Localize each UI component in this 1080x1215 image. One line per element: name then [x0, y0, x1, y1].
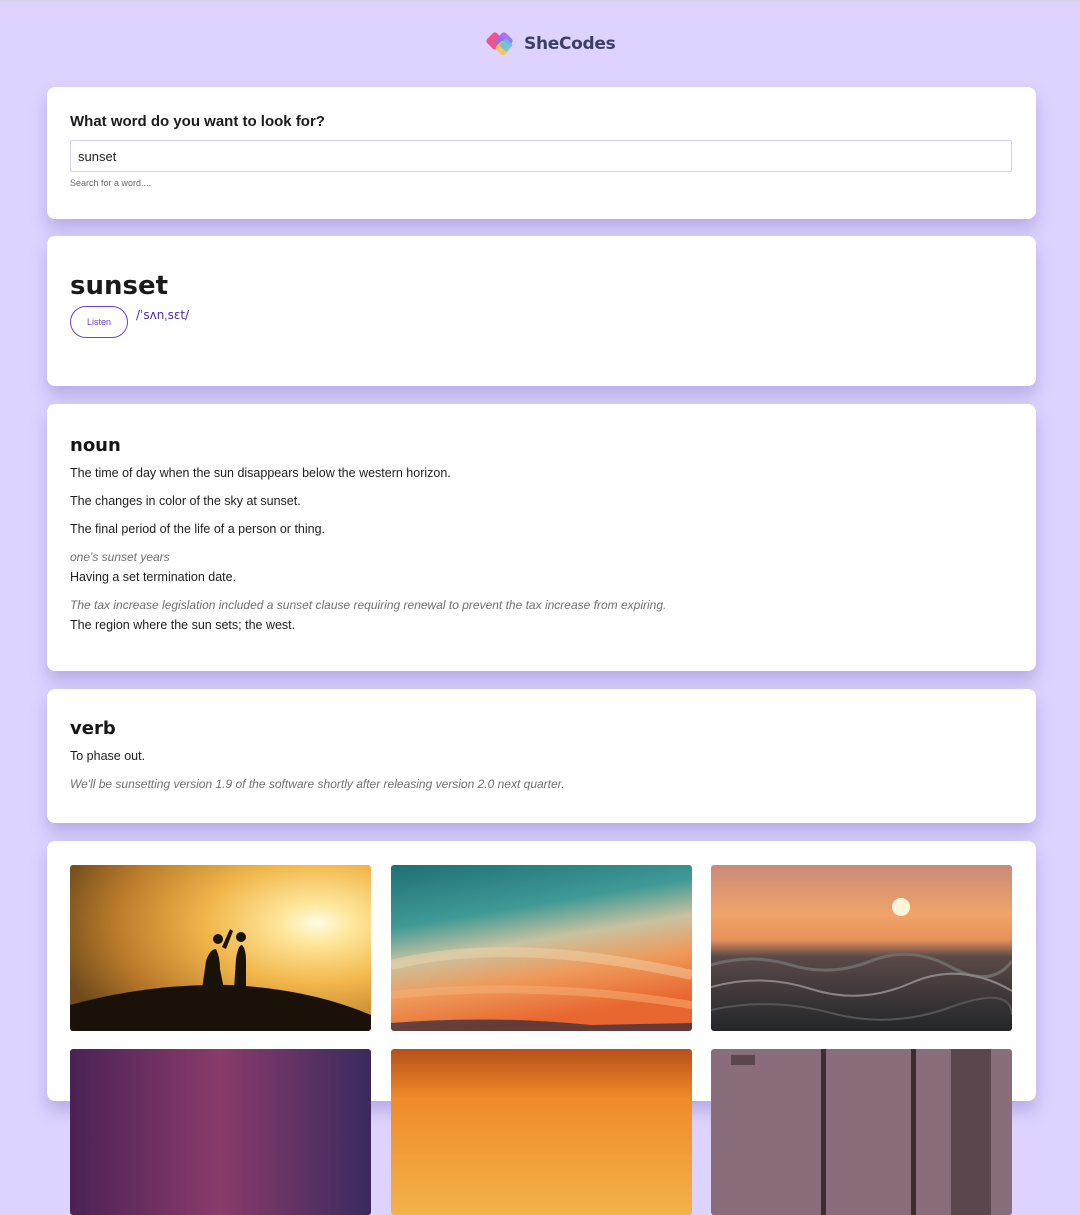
word-title: sunset [70, 271, 169, 301]
phonetic-text: /ˈsʌnˌsɛt/ [136, 308, 190, 322]
photo-palm-trees-sunset[interactable] [711, 1049, 1012, 1215]
meaning-card-noun: noun The time of day when the sun disapp… [47, 404, 1036, 671]
window-top-border [0, 0, 1080, 2]
photo-ocean-waves-sunset[interactable] [711, 865, 1012, 1031]
part-of-speech: noun [70, 435, 121, 456]
shecodes-logo-icon [484, 26, 520, 62]
definition: Having a set termination date. [70, 570, 237, 584]
definition: The time of day when the sun disappears … [70, 466, 451, 480]
images-card [47, 841, 1036, 1215]
shecodes-logo[interactable]: SheCodes [484, 26, 616, 62]
example: one's sunset years [70, 550, 170, 564]
word-card: sunset Listen /ˈsʌnˌsɛt/ [47, 236, 1036, 386]
brand-name: SheCodes [524, 34, 616, 54]
example: The tax increase legislation included a … [70, 598, 667, 612]
search-card: What word do you want to look for? Searc… [47, 87, 1036, 219]
listen-button[interactable]: Listen [70, 306, 128, 338]
part-of-speech: verb [70, 718, 116, 739]
search-input[interactable] [70, 140, 1012, 172]
photo-couple-silhouette-sunset[interactable] [70, 865, 371, 1031]
photo-teal-orange-sky[interactable] [391, 865, 692, 1031]
search-hint: Search for a word.... [70, 178, 152, 188]
definition: The final period of the life of a person… [70, 522, 326, 536]
meaning-card-verb: verb To phase out. We'll be sunsetting v… [47, 689, 1036, 823]
phonetics-row: Listen /ˈsʌnˌsɛt/ [70, 306, 1013, 338]
photo-orange-sky[interactable] [391, 1049, 692, 1215]
definition: The changes in color of the sky at sunse… [70, 494, 301, 508]
example: We'll be sunsetting version 1.9 of the s… [70, 777, 565, 791]
definition: To phase out. [70, 749, 146, 763]
definition: The region where the sun sets; the west. [70, 618, 296, 632]
photo-purple-sky[interactable] [70, 1049, 371, 1215]
search-label: What word do you want to look for? [70, 113, 325, 130]
